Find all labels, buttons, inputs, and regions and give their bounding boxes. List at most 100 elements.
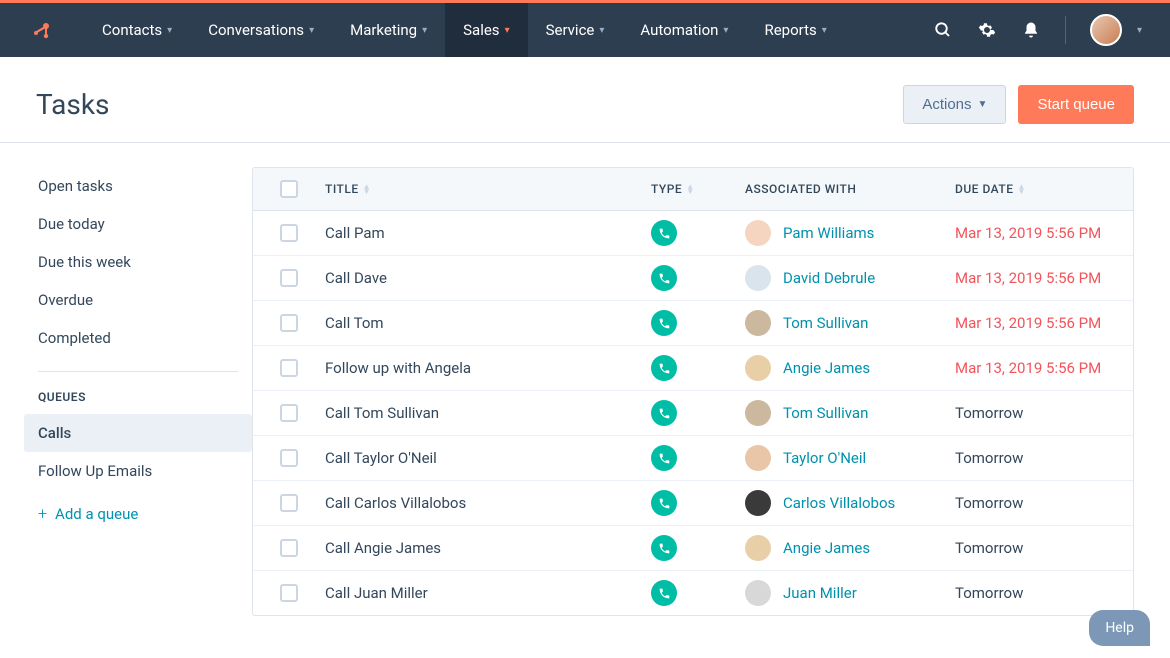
row-checkbox[interactable] [280, 269, 298, 287]
sidebar-queue-follow-up-emails[interactable]: Follow Up Emails [24, 452, 252, 490]
contact-link[interactable]: David Debrule [783, 269, 875, 287]
column-header-associated[interactable]: ASSOCIATED WITH [745, 182, 955, 196]
queues-heading: QUEUES [24, 390, 252, 414]
contact-link[interactable]: Carlos Villalobos [783, 494, 895, 512]
contact-avatar [745, 355, 771, 381]
nav-label: Conversations [208, 21, 304, 39]
help-button[interactable]: Help [1089, 610, 1150, 646]
nav-item-sales[interactable]: Sales▾ [445, 3, 527, 57]
associated-cell: Pam Williams [745, 220, 955, 246]
phone-icon [651, 490, 677, 516]
row-checkbox-cell [253, 224, 325, 242]
nav-item-contacts[interactable]: Contacts▾ [84, 3, 190, 57]
gear-icon[interactable] [977, 20, 997, 40]
contact-link[interactable]: Taylor O'Neil [783, 449, 866, 467]
row-checkbox[interactable] [280, 449, 298, 467]
row-checkbox[interactable] [280, 584, 298, 602]
contact-avatar [745, 220, 771, 246]
contact-avatar [745, 310, 771, 336]
select-all-checkbox[interactable] [280, 180, 298, 198]
main-content: Open tasks Due today Due this week Overd… [0, 143, 1170, 656]
row-checkbox[interactable] [280, 359, 298, 377]
row-checkbox[interactable] [280, 539, 298, 557]
table-row: Call DaveDavid DebruleMar 13, 2019 5:56 … [253, 256, 1133, 301]
search-icon[interactable] [933, 20, 953, 40]
task-title[interactable]: Call Carlos Villalobos [325, 494, 651, 512]
task-title[interactable]: Call Juan Miller [325, 584, 651, 602]
sort-icon: ▲▼ [363, 184, 371, 194]
row-checkbox[interactable] [280, 314, 298, 332]
contact-link[interactable]: Angie James [783, 359, 870, 377]
nav-label: Marketing [350, 21, 417, 39]
due-date: Tomorrow [955, 404, 1133, 422]
nav-item-reports[interactable]: Reports ▾ [746, 3, 844, 57]
phone-icon [651, 310, 677, 336]
task-type-cell [651, 220, 745, 246]
due-date: Tomorrow [955, 494, 1133, 512]
row-checkbox-cell [253, 404, 325, 422]
table-row: Call Taylor O'NeilTaylor O'NeilTomorrow [253, 436, 1133, 481]
contact-link[interactable]: Pam Williams [783, 224, 874, 242]
due-date: Mar 13, 2019 5:56 PM [955, 314, 1133, 332]
task-title[interactable]: Call Tom [325, 314, 651, 332]
task-type-cell [651, 265, 745, 291]
page-header: Tasks Actions ▼ Start queue [0, 57, 1170, 143]
due-date: Mar 13, 2019 5:56 PM [955, 359, 1133, 377]
hubspot-logo-icon[interactable] [28, 16, 56, 44]
nav-label: Service [546, 21, 595, 39]
task-type-cell [651, 355, 745, 381]
task-title[interactable]: Call Dave [325, 269, 651, 287]
table-row: Follow up with Angela Angie James Mar 13, … [253, 346, 1133, 391]
associated-cell: Angie James [745, 355, 955, 381]
nav-item-marketing[interactable]: Marketing▾ [332, 3, 445, 57]
task-title[interactable]: Call Pam [325, 224, 651, 242]
phone-icon [651, 355, 677, 381]
tasks-table: TITLE ▲▼ TYPE ▲▼ ASSOCIATED WITH DUE DAT… [252, 167, 1134, 616]
column-header-type[interactable]: TYPE ▲▼ [651, 182, 745, 196]
task-type-cell [651, 535, 745, 561]
task-title[interactable]: Call Tom Sullivan [325, 404, 651, 422]
row-checkbox[interactable] [280, 224, 298, 242]
sidebar-filter-completed[interactable]: Completed [24, 319, 252, 357]
row-checkbox-cell [253, 584, 325, 602]
caret-down-icon: ▼ [978, 99, 988, 110]
header-actions: Actions ▼ Start queue [903, 85, 1134, 124]
contact-link[interactable]: Angie James [783, 539, 870, 557]
contact-link[interactable]: Juan Miller [783, 584, 857, 602]
sidebar-queue-calls[interactable]: Calls [24, 414, 252, 452]
actions-dropdown-button[interactable]: Actions ▼ [903, 85, 1006, 124]
main-navbar: Contacts▾ Conversations▾ Marketing▾ Sale… [0, 3, 1170, 57]
contact-link[interactable]: Tom Sullivan [783, 314, 868, 332]
sidebar-filter-due-this-week[interactable]: Due this week [24, 243, 252, 281]
nav-item-automation[interactable]: Automation▾ [622, 3, 746, 57]
chevron-down-icon: ▾ [822, 25, 827, 36]
associated-cell: Carlos Villalobos [745, 490, 955, 516]
task-title[interactable]: Call Angie James [325, 539, 651, 557]
column-header-due[interactable]: DUE DATE ▲▼ [955, 182, 1133, 196]
add-queue-button[interactable]: + Add a queue [24, 490, 252, 537]
bell-icon[interactable] [1021, 20, 1041, 40]
row-checkbox[interactable] [280, 494, 298, 512]
sidebar-filter-overdue[interactable]: Overdue [24, 281, 252, 319]
table-row: Call Tom Sullivan Tom Sullivan Tomorrow [253, 391, 1133, 436]
table-row: Call PamPam WilliamsMar 13, 2019 5:56 PM [253, 211, 1133, 256]
sidebar-filter-open-tasks[interactable]: Open tasks [24, 167, 252, 205]
contact-avatar [745, 535, 771, 561]
phone-icon [651, 445, 677, 471]
phone-icon [651, 220, 677, 246]
nav-label: Reports [764, 21, 816, 39]
sidebar-filter-due-today[interactable]: Due today [24, 205, 252, 243]
nav-item-conversations[interactable]: Conversations▾ [190, 3, 332, 57]
column-header-title[interactable]: TITLE ▲▼ [325, 182, 651, 196]
select-all-column [253, 180, 325, 198]
chevron-down-icon: ▾ [723, 25, 728, 36]
nav-item-service[interactable]: Service▾ [528, 3, 623, 57]
start-queue-button[interactable]: Start queue [1018, 85, 1134, 124]
task-title[interactable]: Call Taylor O'Neil [325, 449, 651, 467]
task-type-cell [651, 580, 745, 606]
task-type-cell [651, 490, 745, 516]
task-title[interactable]: Follow up with Angela [325, 359, 651, 377]
account-menu[interactable]: ▾ [1090, 14, 1142, 46]
row-checkbox[interactable] [280, 404, 298, 422]
contact-link[interactable]: Tom Sullivan [783, 404, 868, 422]
